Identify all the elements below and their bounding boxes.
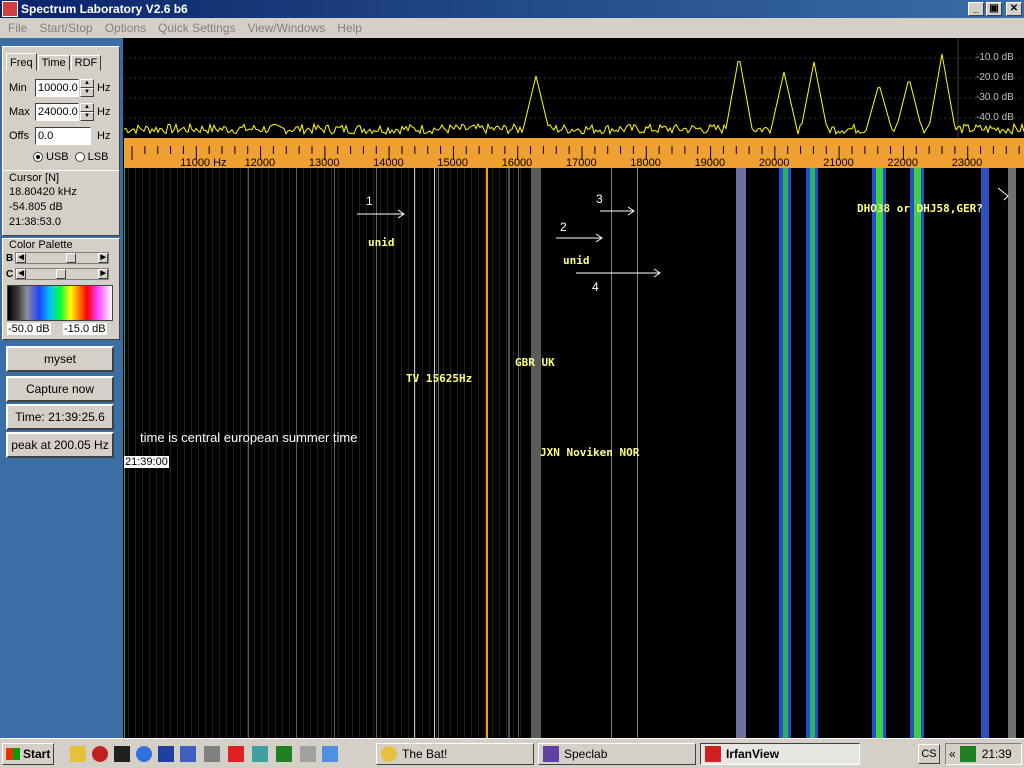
cursor-db: -54.805 dB bbox=[9, 201, 63, 213]
max-freq-input[interactable]: 24000.0 bbox=[35, 103, 79, 121]
menu-help[interactable]: Help bbox=[331, 21, 368, 35]
menu-file[interactable]: File bbox=[2, 21, 33, 35]
unid-label-1: unid bbox=[368, 236, 395, 249]
windows-logo-icon bbox=[6, 748, 20, 760]
quicklaunch-grid-icon[interactable] bbox=[180, 746, 196, 762]
capture-now-button[interactable]: Capture now bbox=[6, 376, 114, 402]
contrast-label: C bbox=[6, 268, 14, 280]
cursor-time: 21:38:53.0 bbox=[9, 216, 61, 228]
start-button[interactable]: Start bbox=[2, 743, 54, 765]
system-tray: « 21:39 bbox=[945, 743, 1022, 765]
quicklaunch-cube-icon[interactable] bbox=[252, 746, 268, 762]
left-panel: Freq Time RDF Min 10000.0 ▲ ▼ Hz Max 2400… bbox=[0, 38, 123, 738]
tv-label: TV 15625Hz bbox=[406, 372, 473, 385]
speclab-icon bbox=[543, 746, 559, 762]
unid-label-2: unid bbox=[563, 254, 590, 267]
cursor-title: Cursor [N] bbox=[9, 172, 60, 184]
task-speclab-label: Speclab bbox=[564, 747, 608, 761]
db-label-40: -40.0 dB bbox=[976, 112, 1014, 123]
quicklaunch-opera-icon[interactable] bbox=[92, 746, 108, 762]
tab-freq[interactable]: Freq bbox=[6, 53, 37, 71]
peak-button[interactable]: peak at 200.05 Hz bbox=[6, 432, 114, 458]
quicklaunch-shield-icon[interactable] bbox=[204, 746, 220, 762]
waterfall-time-tag: 21:39:00 bbox=[124, 456, 169, 468]
quicklaunch-doc-icon[interactable] bbox=[300, 746, 316, 762]
menu-start-stop[interactable]: Start/Stop bbox=[33, 21, 98, 35]
db-label-10: -10.0 dB bbox=[976, 52, 1014, 63]
min-freq-input[interactable]: 10000.0 bbox=[35, 79, 79, 97]
the-bat-icon bbox=[381, 746, 397, 762]
brightness-label: B bbox=[6, 252, 14, 264]
quicklaunch-bat-icon[interactable] bbox=[70, 746, 86, 762]
start-label: Start bbox=[23, 747, 51, 761]
maximize-button[interactable]: ▣ bbox=[986, 2, 1002, 16]
db-label-20: -20.0 dB bbox=[976, 72, 1014, 83]
quicklaunch-browser-icon[interactable] bbox=[322, 746, 338, 762]
title-bar: Spectrum Laboratory V2.6 b6 _ ▣ ✕ bbox=[0, 0, 1024, 18]
quicklaunch-star-icon[interactable] bbox=[228, 746, 244, 762]
gbr-label: GBR UK bbox=[515, 356, 555, 369]
minimize-button[interactable]: _ bbox=[968, 2, 984, 16]
quicklaunch-ie-icon[interactable] bbox=[136, 746, 152, 762]
db-label-30: -30.0 dB bbox=[976, 92, 1014, 103]
taskbar: Start The Bat! Speclab IrfanView CS « 21… bbox=[0, 738, 1024, 768]
max-label: Max bbox=[9, 106, 30, 118]
freq-panel: Freq Time RDF Min 10000.0 ▲ ▼ Hz Max 2400… bbox=[2, 46, 120, 174]
color-palette-panel: Color Palette B ◀ ▶ C ◀ ▶ -50.0 dB -15.0… bbox=[2, 238, 120, 340]
waterfall-display[interactable]: 1 3 2 4 unid unid TV 15625Hz GBR UK JXN … bbox=[124, 168, 1024, 738]
usb-label: USB bbox=[46, 151, 69, 163]
lsb-label: LSB bbox=[87, 151, 109, 163]
task-irfanview[interactable]: IrfanView bbox=[700, 743, 860, 765]
quicklaunch-app-icon[interactable] bbox=[114, 746, 130, 762]
tray-app-icon[interactable] bbox=[959, 746, 976, 762]
cursor-panel: Cursor [N] 18.80420 kHz -54.805 dB 21:38… bbox=[2, 170, 120, 236]
spectrum-plot[interactable]: -10.0 dB -20.0 dB -30.0 dB -40.0 dB bbox=[123, 38, 1024, 138]
timezone-note: time is central european summer time bbox=[140, 430, 358, 445]
close-button[interactable]: ✕ bbox=[1006, 2, 1022, 16]
app-icon bbox=[2, 1, 18, 17]
min-unit: Hz bbox=[97, 82, 111, 94]
menu-bar: File Start/Stop Options Quick Settings V… bbox=[0, 18, 1024, 38]
usb-radio[interactable] bbox=[33, 152, 43, 162]
max-unit: Hz bbox=[97, 106, 111, 118]
tab-time[interactable]: Time bbox=[37, 55, 70, 71]
quicklaunch-tools-icon[interactable] bbox=[276, 746, 292, 762]
spectrum-line bbox=[123, 53, 1024, 136]
task-speclab[interactable]: Speclab bbox=[538, 743, 696, 765]
language-indicator[interactable]: CS bbox=[918, 744, 940, 764]
menu-options[interactable]: Options bbox=[99, 21, 152, 35]
palette-title: Color Palette bbox=[9, 239, 73, 251]
clock: 21:39 bbox=[981, 747, 1012, 761]
window-title: Spectrum Laboratory V2.6 b6 bbox=[21, 2, 188, 16]
spectrum-trace bbox=[123, 38, 1024, 138]
task-irfanview-label: IrfanView bbox=[726, 747, 780, 761]
tray-expand-icon[interactable]: « bbox=[949, 747, 956, 761]
menu-view-windows[interactable]: View/Windows bbox=[241, 21, 331, 35]
brightness-slider[interactable]: ◀ ▶ bbox=[15, 252, 110, 264]
irfanview-icon bbox=[705, 746, 721, 762]
jxn-label: JXN Noviken NOR bbox=[540, 446, 640, 459]
palette-min-label: -50.0 dB bbox=[7, 323, 51, 335]
contrast-slider[interactable]: ◀ ▶ bbox=[15, 268, 110, 280]
frequency-scale[interactable]: 11000 Hz 12000 13000 14000 15000 16000 17000 18… bbox=[124, 138, 1024, 169]
myset-button[interactable]: myset bbox=[6, 346, 114, 372]
offs-input[interactable]: 0.0 bbox=[35, 127, 91, 145]
lsb-radio[interactable] bbox=[74, 152, 85, 162]
cursor-freq: 18.80420 kHz bbox=[9, 186, 77, 198]
annotation-arrows bbox=[357, 187, 1009, 278]
min-label: Min bbox=[9, 82, 27, 94]
quicklaunch-save-icon[interactable] bbox=[158, 746, 174, 762]
dhj-label: DHO38 or DHJ58,GER? bbox=[857, 202, 983, 215]
tab-rdf[interactable]: RDF bbox=[70, 55, 102, 71]
offs-label: Offs bbox=[9, 130, 29, 142]
time-button[interactable]: Time: 21:39:25.6 bbox=[6, 404, 114, 430]
menu-quick-settings[interactable]: Quick Settings bbox=[152, 21, 241, 35]
task-the-bat[interactable]: The Bat! bbox=[376, 743, 534, 765]
palette-max-label: -15.0 dB bbox=[63, 323, 107, 335]
max-freq-spinner[interactable]: ▲ ▼ bbox=[80, 103, 94, 121]
task-the-bat-label: The Bat! bbox=[402, 747, 448, 761]
offs-unit: Hz bbox=[97, 130, 111, 142]
min-freq-spinner[interactable]: ▲ ▼ bbox=[80, 79, 94, 97]
color-palette-bar[interactable] bbox=[7, 285, 113, 321]
